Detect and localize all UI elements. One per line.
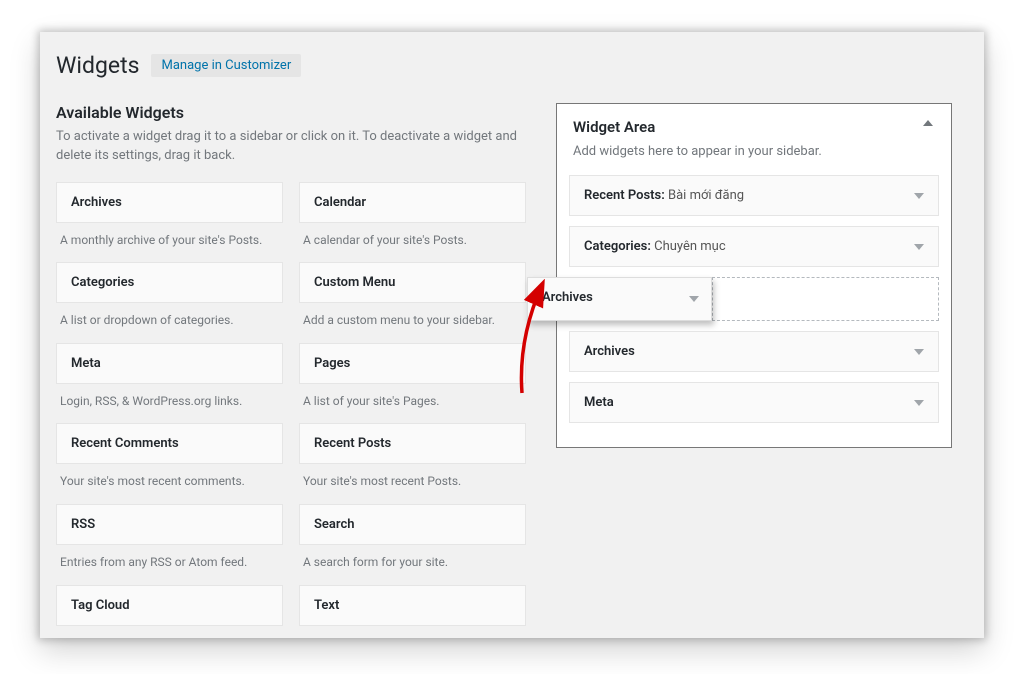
available-widget[interactable]: Tag Cloud	[56, 585, 283, 626]
available-widget-title: Recent Comments	[71, 436, 268, 451]
available-widget[interactable]: Categories	[56, 262, 283, 303]
available-widget-desc: A cloud of your most used tags.	[56, 626, 283, 638]
available-widget-title: Tag Cloud	[71, 598, 268, 613]
widget-cell: Meta Login, RSS, & WordPress.org links.	[56, 343, 283, 424]
available-widget-desc: Arbitrary text or HTML.	[299, 626, 526, 638]
available-widget-title: Search	[314, 517, 511, 532]
widget-area-item[interactable]: Categories: Chuyên mục	[569, 226, 939, 267]
chevron-down-icon	[689, 296, 699, 302]
available-widget[interactable]: Recent Posts	[299, 423, 526, 464]
chevron-down-icon	[914, 193, 924, 199]
widget-cell: Text Arbitrary text or HTML.	[299, 585, 526, 638]
available-widget-desc: Entries from any RSS or Atom feed.	[56, 545, 283, 585]
widget-cell: Tag Cloud A cloud of your most used tags.	[56, 585, 283, 638]
available-widget[interactable]: Archives	[56, 182, 283, 223]
page-header: Widgets Manage in Customizer	[56, 52, 968, 79]
manage-in-customizer-button[interactable]: Manage in Customizer	[151, 54, 301, 77]
available-widgets-title: Available Widgets	[56, 103, 526, 122]
available-widget-title: Pages	[314, 356, 511, 371]
available-widget-desc: Add a custom menu to your sidebar.	[299, 303, 526, 343]
widget-cell: Recent Comments Your site's most recent c…	[56, 423, 283, 504]
available-widget[interactable]: Search	[299, 504, 526, 545]
available-widgets-column: Available Widgets To activate a widget d…	[56, 103, 526, 638]
widget-area-item-value: Chuyên mục	[654, 239, 726, 254]
widget-area-item-value: Bài mới đăng	[668, 188, 744, 203]
widget-area-header[interactable]: Widget Area	[557, 104, 951, 144]
widget-area-item-label: Categories:	[584, 239, 651, 254]
widget-cell: Custom Menu Add a custom menu to your sid…	[299, 262, 526, 343]
chevron-down-icon	[914, 400, 924, 406]
dragging-widget[interactable]: Archives	[527, 277, 712, 321]
available-widget[interactable]: Calendar	[299, 182, 526, 223]
available-widgets-desc: To activate a widget drag it to a sideba…	[56, 128, 526, 166]
available-widget-title: Recent Posts	[314, 436, 511, 451]
available-widget-desc: Your site's most recent comments.	[56, 464, 283, 504]
widget-area-title: Widget Area	[573, 118, 935, 136]
widget-area-item[interactable]: Meta	[569, 382, 939, 423]
available-widget-title: RSS	[71, 517, 268, 532]
dragging-widget-title: Archives	[542, 290, 593, 305]
available-widget-title: Meta	[71, 356, 268, 371]
available-widget-desc: A search form for your site.	[299, 545, 526, 585]
available-widget-title: Calendar	[314, 195, 511, 210]
available-widget-desc: Login, RSS, & WordPress.org links.	[56, 384, 283, 424]
available-widget-title: Categories	[71, 275, 268, 290]
available-widget-title: Text	[314, 598, 511, 613]
widget-cell: Categories A list or dropdown of categori…	[56, 262, 283, 343]
widget-area-item-label: Recent Posts:	[584, 188, 665, 203]
chevron-down-icon	[914, 349, 924, 355]
available-widget-desc: A calendar of your site's Posts.	[299, 223, 526, 263]
page-title: Widgets	[56, 52, 139, 79]
available-widget-desc: A monthly archive of your site's Posts.	[56, 223, 283, 263]
widget-cell: RSS Entries from any RSS or Atom feed.	[56, 504, 283, 585]
widget-cell: Recent Posts Your site's most recent Post…	[299, 423, 526, 504]
available-widget[interactable]: RSS	[56, 504, 283, 545]
widget-area-item[interactable]: Archives	[569, 331, 939, 372]
available-widget[interactable]: Pages	[299, 343, 526, 384]
widget-cell: Search A search form for your site.	[299, 504, 526, 585]
available-widget-title: Custom Menu	[314, 275, 511, 290]
widget-area-panel: Widget Area Add widgets here to appear i…	[556, 103, 952, 448]
available-widget[interactable]: Recent Comments	[56, 423, 283, 464]
available-widget[interactable]: Custom Menu	[299, 262, 526, 303]
chevron-up-icon	[923, 120, 933, 126]
sidebar-column: Widget Area Add widgets here to appear i…	[556, 103, 968, 448]
widget-cell: Calendar A calendar of your site's Posts.	[299, 182, 526, 263]
available-widget[interactable]: Meta	[56, 343, 283, 384]
widget-area-desc: Add widgets here to appear in your sideb…	[557, 144, 951, 171]
widget-cell: Pages A list of your site's Pages.	[299, 343, 526, 424]
available-widget[interactable]: Text	[299, 585, 526, 626]
widget-area-item[interactable]: Recent Posts: Bài mới đăng	[569, 175, 939, 216]
widget-drop-row: Archives	[569, 277, 939, 321]
chevron-down-icon	[914, 244, 924, 250]
available-widget-desc: Your site's most recent Posts.	[299, 464, 526, 504]
available-widgets-grid: Archives A monthly archive of your site's…	[56, 182, 526, 638]
available-widget-desc: A list of your site's Pages.	[299, 384, 526, 424]
widgets-admin-panel: Widgets Manage in Customizer Available W…	[40, 32, 984, 638]
widget-area-body[interactable]: Recent Posts: Bài mới đăng Categories: Ch…	[557, 171, 951, 447]
widget-drop-placeholder[interactable]	[712, 277, 939, 321]
available-widget-title: Archives	[71, 195, 268, 210]
available-widget-desc: A list or dropdown of categories.	[56, 303, 283, 343]
widget-area-item-label: Meta	[584, 395, 614, 410]
widget-cell: Archives A monthly archive of your site's…	[56, 182, 283, 263]
widget-area-item-label: Archives	[584, 344, 635, 359]
